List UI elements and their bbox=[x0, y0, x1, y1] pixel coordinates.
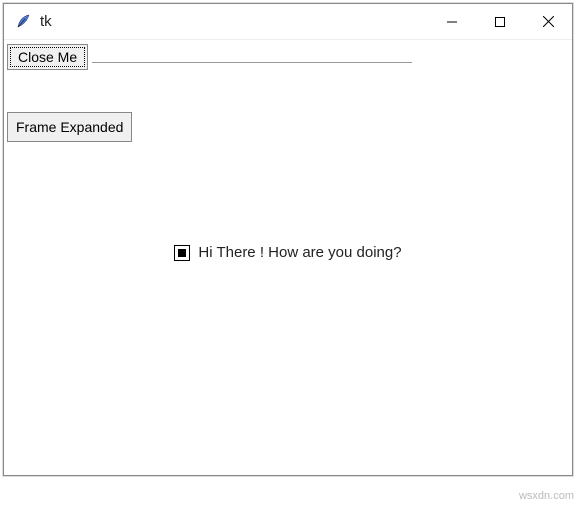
minimize-button[interactable] bbox=[428, 4, 476, 40]
window-title: tk bbox=[40, 13, 52, 30]
separator-line bbox=[92, 62, 412, 63]
window-close-button[interactable] bbox=[524, 4, 572, 40]
close-me-button[interactable]: Close Me bbox=[7, 44, 88, 70]
app-window: tk Close Me Frame Expanded Hi There ! Ho… bbox=[3, 3, 573, 476]
client-area: Close Me Frame Expanded Hi There ! How a… bbox=[4, 40, 572, 475]
frame-expanded-button[interactable]: Frame Expanded bbox=[7, 112, 132, 142]
greeting-checkbox-row: Hi There ! How are you doing? bbox=[4, 244, 572, 261]
checkbox-checked-icon bbox=[178, 249, 186, 257]
maximize-button[interactable] bbox=[476, 4, 524, 40]
watermark-text: wsxdn.com bbox=[519, 490, 574, 502]
greeting-checkbox[interactable] bbox=[174, 245, 190, 261]
greeting-label: Hi There ! How are you doing? bbox=[198, 244, 401, 261]
titlebar: tk bbox=[4, 4, 572, 40]
app-feather-icon bbox=[14, 13, 32, 31]
